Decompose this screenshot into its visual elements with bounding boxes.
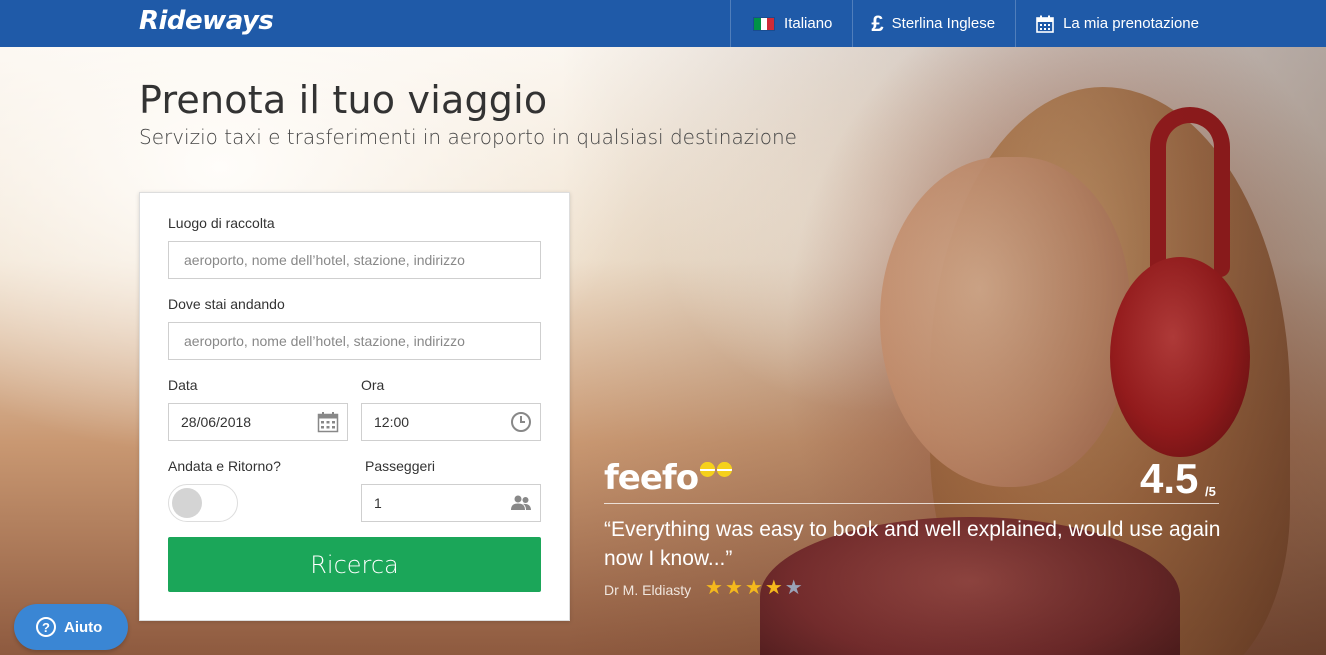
- review-divider: [604, 503, 1219, 504]
- star-empty-icon: ★: [784, 577, 803, 599]
- page-subtitle: Servizio taxi e trasferimenti in aeropor…: [139, 125, 797, 149]
- date-label: Data: [168, 377, 198, 393]
- date-field[interactable]: 28/06/2018: [168, 403, 348, 441]
- star-filled-icon: ★: [764, 577, 783, 599]
- help-button[interactable]: ? Aiuto: [14, 604, 128, 650]
- top-navigation-bar: Rideways Italiano £ Sterlina Inglese La …: [0, 0, 1326, 47]
- header-nav: Italiano £ Sterlina Inglese La mia preno…: [730, 0, 1326, 47]
- passengers-label: Passeggeri: [365, 458, 436, 474]
- my-booking-link[interactable]: La mia prenotazione: [1015, 0, 1326, 47]
- review-stars: ★ ★ ★ ★ ★: [705, 578, 805, 598]
- pound-icon: £: [871, 10, 884, 36]
- language-label: Italiano: [784, 15, 833, 32]
- italy-flag-icon: [753, 16, 776, 31]
- round-trip-label: Andata e Ritorno?: [168, 458, 281, 474]
- time-field[interactable]: 12:00: [361, 403, 541, 441]
- pickup-label: Luogo di raccolta: [168, 215, 275, 231]
- people-icon: [511, 495, 531, 510]
- calendar-icon: [1036, 15, 1054, 33]
- review-author: Dr M. Eldiasty: [604, 582, 692, 598]
- feefo-logo[interactable]: feefo: [604, 458, 734, 498]
- pickup-input[interactable]: [168, 241, 541, 279]
- star-filled-icon: ★: [705, 577, 723, 599]
- passengers-field[interactable]: 1: [361, 484, 541, 522]
- dropoff-label: Dove stai andando: [168, 296, 285, 312]
- page-title: Prenota il tuo viaggio: [139, 78, 548, 122]
- star-filled-icon: ★: [724, 577, 743, 599]
- time-value: 12:00: [374, 414, 410, 430]
- rating-out-of: /5: [1205, 484, 1216, 499]
- clock-icon: [511, 412, 531, 432]
- currency-selector[interactable]: £ Sterlina Inglese: [852, 0, 1015, 47]
- language-selector[interactable]: Italiano: [730, 0, 852, 47]
- rating-score: 4.5: [1140, 455, 1199, 502]
- calendar-icon: [317, 412, 339, 433]
- dropoff-input[interactable]: [168, 322, 541, 360]
- round-trip-toggle[interactable]: [168, 484, 238, 522]
- star-filled-icon: ★: [744, 577, 763, 599]
- question-mark-icon: ?: [36, 617, 56, 637]
- booking-form: Luogo di raccolta Dove stai andando Data…: [139, 192, 570, 621]
- currency-label: Sterlina Inglese: [891, 15, 996, 32]
- help-label: Aiuto: [64, 618, 103, 636]
- my-booking-label: La mia prenotazione: [1063, 15, 1199, 32]
- review-quote: “Everything was easy to book and well ex…: [604, 518, 1221, 570]
- feefo-logo-text: feefo: [604, 458, 699, 498]
- toggle-knob: [172, 488, 202, 518]
- search-button[interactable]: Ricerca: [168, 537, 541, 592]
- rideways-logo[interactable]: Rideways: [139, 6, 274, 36]
- time-label: Ora: [361, 377, 385, 393]
- feefo-eyes-icon: [700, 462, 734, 477]
- passengers-value: 1: [374, 495, 382, 511]
- date-value: 28/06/2018: [181, 414, 252, 430]
